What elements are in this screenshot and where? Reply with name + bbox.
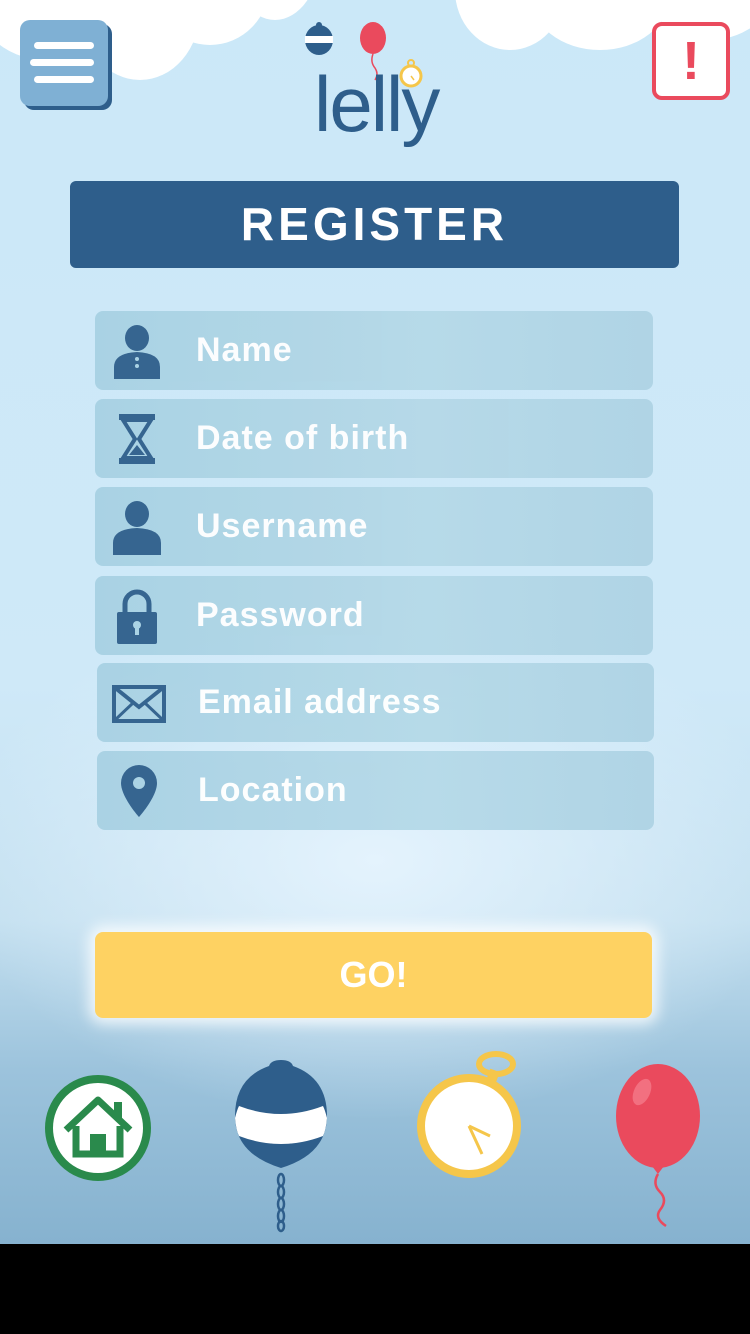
person-tie-icon [114, 325, 160, 379]
user-icon [113, 501, 161, 555]
alert-icon: ! [682, 31, 700, 91]
nav-home-button[interactable] [44, 1074, 152, 1182]
username-field[interactable]: Username [95, 487, 653, 566]
name-placeholder: Name [196, 331, 293, 369]
logo-text: lelly [314, 60, 440, 148]
app-screen: lelly ! REGISTER Name Date of birth User… [0, 0, 750, 1244]
lelly-logo: lelly [300, 20, 450, 150]
email-field[interactable]: Email address [97, 663, 654, 742]
password-placeholder: Password [196, 596, 365, 634]
buoy-icon [235, 1060, 327, 1233]
lock-icon [117, 589, 157, 644]
location-placeholder: Location [198, 771, 348, 809]
location-pin-icon [121, 765, 157, 817]
email-placeholder: Email address [198, 683, 442, 721]
menu-button[interactable] [20, 20, 108, 106]
location-field[interactable]: Location [97, 751, 654, 830]
password-field[interactable]: Password [95, 576, 653, 655]
balloon-icon [616, 1064, 700, 1228]
register-title: REGISTER [70, 181, 679, 268]
nav-balloon-button[interactable] [612, 1062, 708, 1230]
go-button[interactable]: GO! [95, 932, 652, 1018]
name-field[interactable]: Name [95, 311, 653, 390]
alert-button[interactable]: ! [652, 22, 730, 100]
date-of-birth-field[interactable]: Date of birth [95, 399, 653, 478]
envelope-icon [112, 685, 166, 723]
username-placeholder: Username [196, 507, 369, 545]
nav-stopwatch-button[interactable] [416, 1050, 524, 1182]
nav-buoy-button[interactable] [232, 1058, 330, 1233]
home-icon [45, 1075, 151, 1181]
date-of-birth-placeholder: Date of birth [196, 419, 410, 457]
hourglass-icon [119, 414, 155, 464]
stopwatch-icon [417, 1051, 521, 1178]
